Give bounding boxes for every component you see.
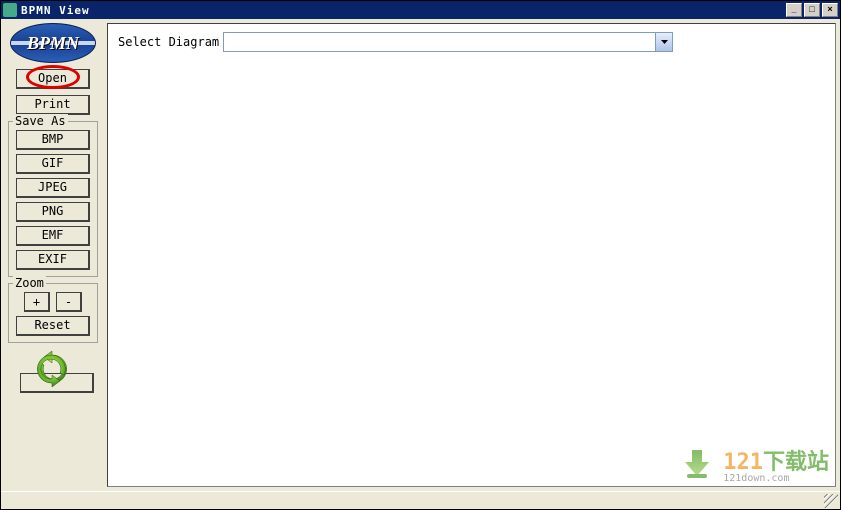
watermark-main: 下载站 (763, 449, 829, 474)
select-diagram-dropdown[interactable] (223, 32, 673, 52)
maximize-button[interactable]: □ (804, 3, 820, 17)
zoom-in-button[interactable]: + (24, 292, 50, 312)
window-controls: _ □ × (786, 3, 838, 17)
bpmn-logo: BPMN (10, 23, 96, 63)
zoom-legend: Zoom (13, 276, 46, 290)
zoom-group: Zoom + - Reset (8, 283, 98, 343)
window-title: BPMN View (21, 4, 786, 17)
save-png-button[interactable]: PNG (16, 202, 90, 222)
watermark-sub: 121down.com (723, 474, 829, 484)
chevron-down-icon (655, 33, 672, 51)
refresh-area (8, 349, 98, 395)
save-exif-button[interactable]: EXIF (16, 250, 90, 270)
print-button[interactable]: Print (16, 95, 90, 115)
logo-text: BPMN (27, 33, 79, 54)
resize-grip-icon[interactable] (824, 494, 838, 508)
content-area: BPMN Open Print Save As BMP GIF JPEG PNG… (1, 19, 840, 491)
zoom-out-button[interactable]: - (56, 292, 82, 312)
zoom-reset-button[interactable]: Reset (16, 316, 90, 336)
watermark: 121下载站 121down.com (675, 440, 829, 484)
select-diagram-row: Select Diagram (118, 32, 825, 52)
refresh-icon (32, 349, 72, 389)
saveas-group: Save As BMP GIF JPEG PNG EMF EXIF (8, 121, 98, 277)
minimize-button[interactable]: _ (786, 3, 802, 17)
select-diagram-label: Select Diagram (118, 35, 219, 49)
app-icon (3, 3, 17, 17)
statusbar (1, 491, 840, 509)
open-button[interactable]: Open (16, 69, 90, 89)
main-panel: Select Diagram (107, 23, 836, 487)
saveas-legend: Save As (13, 114, 68, 128)
watermark-arrow-icon (675, 440, 719, 484)
watermark-num: 121 (723, 450, 763, 475)
titlebar: BPMN View _ □ × (1, 1, 840, 19)
save-jpeg-button[interactable]: JPEG (16, 178, 90, 198)
save-gif-button[interactable]: GIF (16, 154, 90, 174)
close-button[interactable]: × (822, 3, 838, 17)
save-emf-button[interactable]: EMF (16, 226, 90, 246)
save-bmp-button[interactable]: BMP (16, 130, 90, 150)
sidebar: BPMN Open Print Save As BMP GIF JPEG PNG… (5, 23, 101, 487)
